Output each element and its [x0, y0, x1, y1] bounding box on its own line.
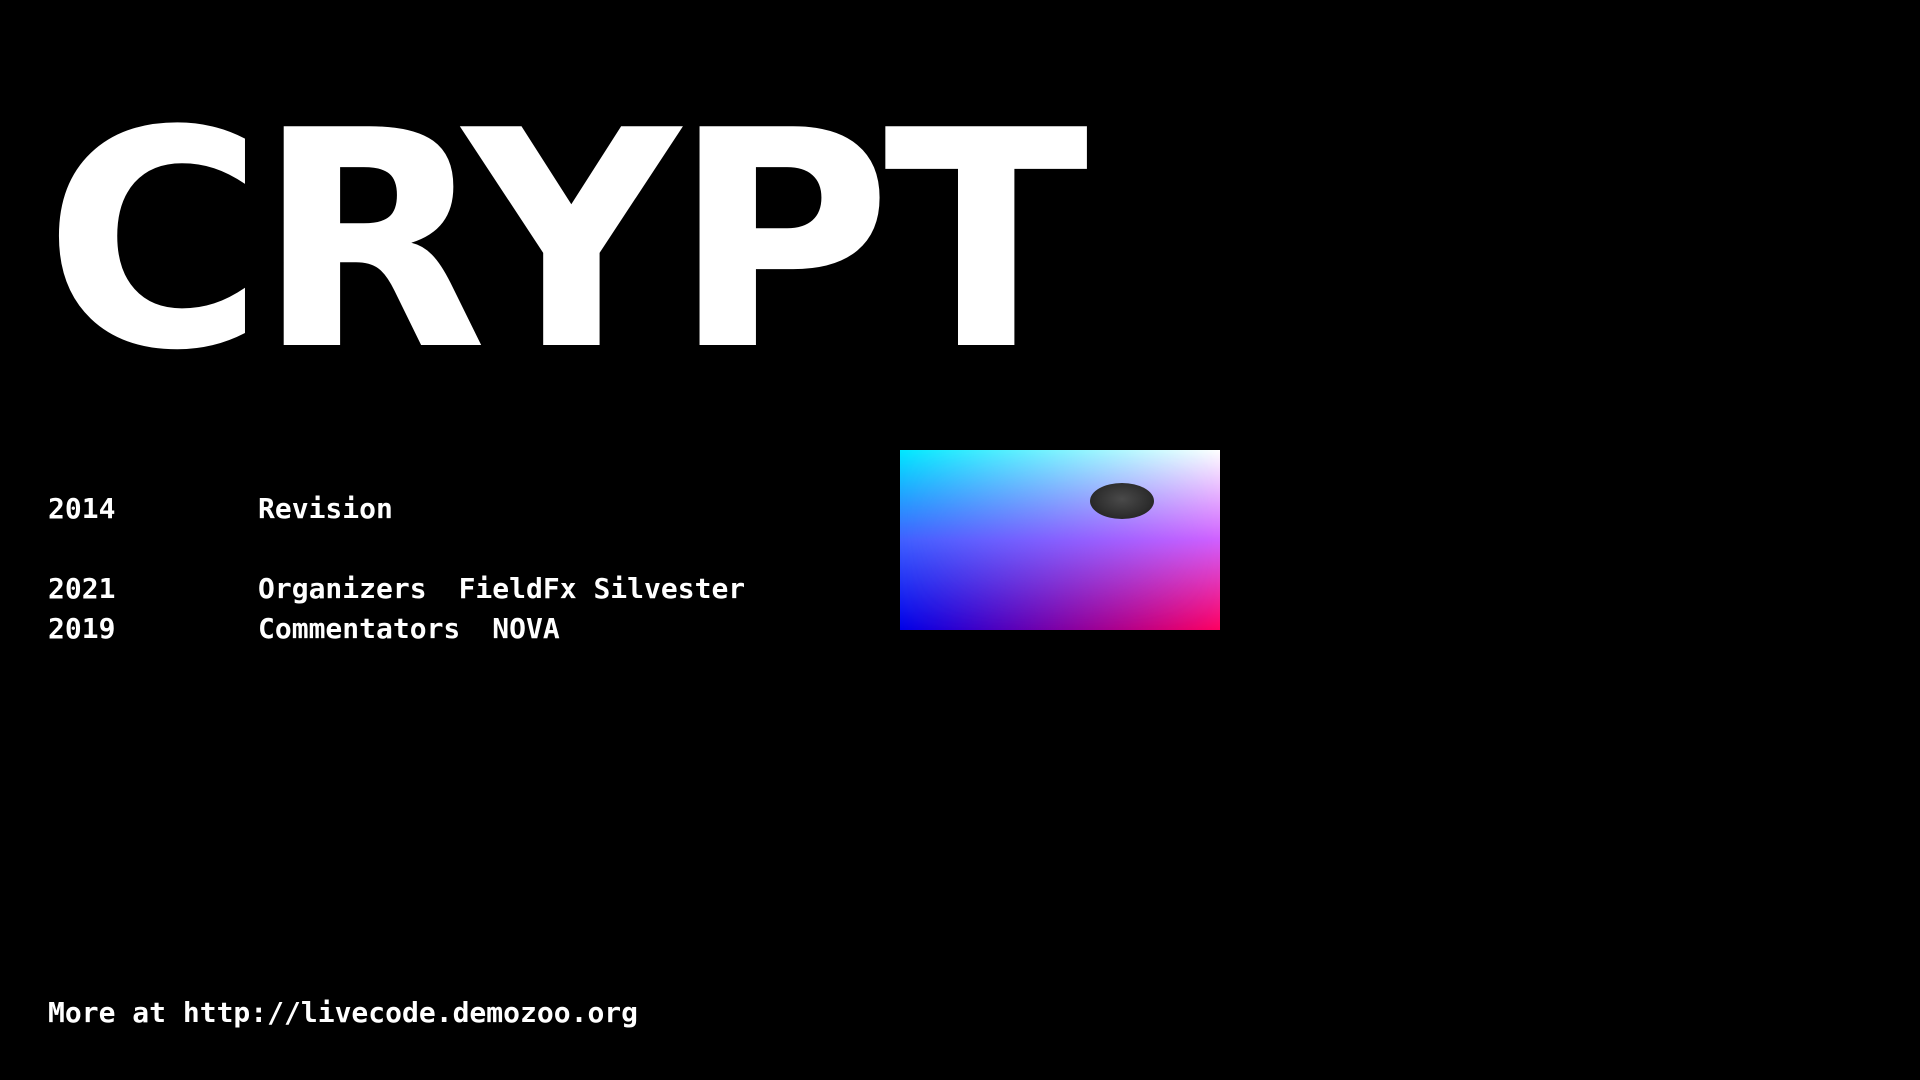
- page-title: CRYPT: [44, 67, 1089, 416]
- history-names: NOVA: [492, 611, 560, 645]
- footer-link-text: More at http://livecode.demozoo.org: [48, 996, 639, 1029]
- shader-preview: [900, 450, 1220, 630]
- history-year: 2014: [48, 491, 116, 525]
- history-role: Organizers: [258, 571, 427, 605]
- history-row: 2019 Commentators NOVA: [48, 608, 745, 648]
- history-year: 2019: [48, 611, 116, 645]
- history-year: 2021: [48, 571, 116, 605]
- preview-gradient-overlay: [900, 450, 1220, 630]
- history-names: FieldFx Silvester: [458, 571, 746, 605]
- history-row: 2014 Revision: [48, 488, 745, 528]
- history-row: 2021 Organizers FieldFx Silvester: [48, 568, 745, 608]
- history-role: Commentators: [258, 611, 461, 645]
- preview-dark-ellipse: [1090, 483, 1154, 519]
- slide: CRYPT 2014 Revision 2021 Organizers Fiel…: [0, 0, 1920, 1080]
- history-role: Revision: [258, 491, 393, 525]
- history-list: 2014 Revision 2021 Organizers FieldFx Si…: [48, 488, 745, 648]
